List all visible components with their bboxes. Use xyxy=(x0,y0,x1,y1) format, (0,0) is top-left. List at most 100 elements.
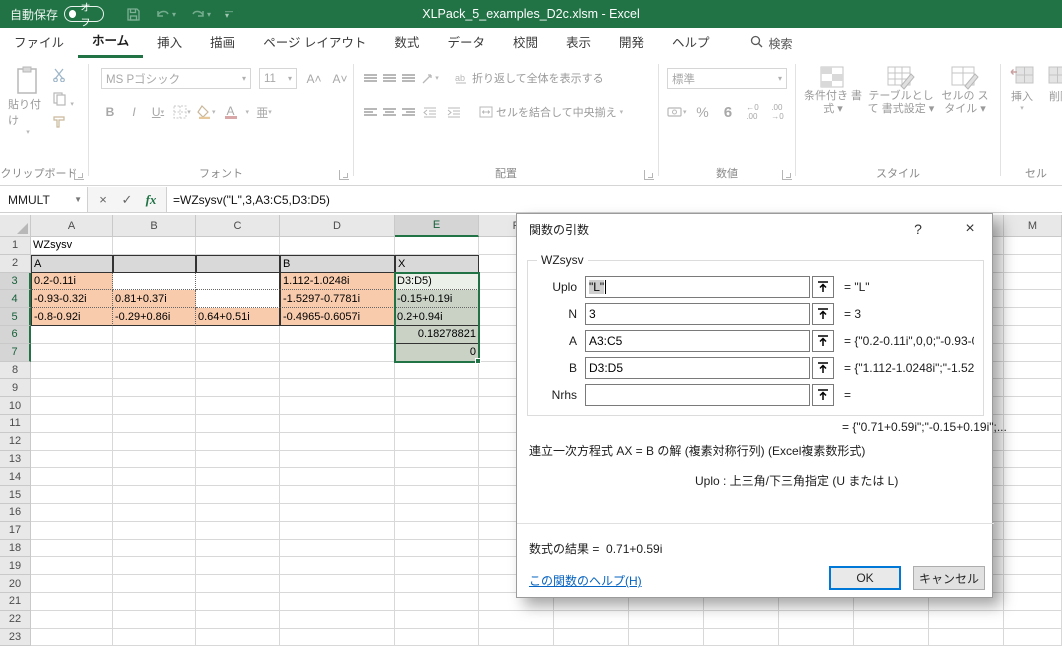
grid-cell[interactable] xyxy=(196,628,280,646)
row-header-11[interactable]: 11 xyxy=(0,414,31,433)
clipboard-dialog-launcher[interactable] xyxy=(74,170,84,180)
grid-cell[interactable] xyxy=(1004,539,1062,558)
grid-cell[interactable] xyxy=(196,521,280,540)
grid-cell[interactable] xyxy=(280,414,395,433)
grid-cell[interactable] xyxy=(31,450,113,469)
column-header-C[interactable]: C xyxy=(196,215,280,237)
grid-cell[interactable] xyxy=(280,397,395,415)
grid-cell[interactable] xyxy=(196,343,280,362)
grid-cell[interactable] xyxy=(196,379,280,398)
grid-cell[interactable] xyxy=(31,610,113,629)
align-top-icon[interactable] xyxy=(364,73,377,84)
grid-cell[interactable] xyxy=(1004,521,1062,540)
grid-cell[interactable] xyxy=(113,539,196,558)
dialog-close-icon[interactable]: × xyxy=(950,214,990,244)
grid-cell[interactable] xyxy=(196,468,280,487)
grid-cell[interactable] xyxy=(395,610,479,629)
underline-button[interactable]: U ▾ xyxy=(149,102,167,122)
row-header-23[interactable]: 23 xyxy=(0,628,31,646)
grid-cell[interactable] xyxy=(704,628,779,646)
fill-handle[interactable] xyxy=(475,357,481,364)
grid-cell[interactable] xyxy=(31,521,113,540)
grid-cell[interactable] xyxy=(395,575,479,593)
grid-cell[interactable] xyxy=(1004,610,1062,629)
grid-cell[interactable] xyxy=(113,610,196,629)
undo-icon[interactable]: ▾ xyxy=(155,7,176,21)
grid-cell[interactable] xyxy=(31,432,113,451)
grid-cell[interactable] xyxy=(395,503,479,522)
grid-cell[interactable] xyxy=(31,343,113,362)
grid-cell[interactable] xyxy=(1004,361,1062,380)
percent-style-icon[interactable]: % xyxy=(694,102,712,122)
grid-cell[interactable] xyxy=(196,450,280,469)
grid-cell[interactable] xyxy=(395,521,479,540)
bold-button[interactable]: B xyxy=(101,102,119,122)
cancel-entry-icon[interactable]: × xyxy=(92,192,114,207)
cell-A5[interactable]: -0.8-0.92i xyxy=(31,308,113,326)
cell-E5[interactable]: 0.2+0.94i xyxy=(395,308,479,326)
font-color-icon[interactable]: A xyxy=(222,102,240,122)
name-box[interactable]: MMULT ▼ xyxy=(0,187,88,212)
row-header-8[interactable]: 8 xyxy=(0,361,31,380)
row-header-1[interactable]: 1 xyxy=(0,237,31,255)
grid-cell[interactable] xyxy=(196,539,280,558)
grid-cell[interactable] xyxy=(1004,432,1062,451)
grid-cell[interactable] xyxy=(395,361,479,380)
grid-cell[interactable] xyxy=(280,325,395,344)
grid-cell[interactable] xyxy=(113,432,196,451)
grid-cell[interactable] xyxy=(31,575,113,593)
tab-0[interactable]: ファイル xyxy=(0,28,78,58)
italic-button[interactable]: I xyxy=(125,102,143,122)
cell-D4[interactable]: -1.5297-0.7781i xyxy=(280,290,395,309)
merge-center-button[interactable]: セルを結合して中央揃え ▾ xyxy=(479,104,623,120)
grid-cell[interactable] xyxy=(280,486,395,504)
grid-cell[interactable] xyxy=(280,557,395,576)
row-header-4[interactable]: 4 xyxy=(0,290,31,309)
grid-cell[interactable] xyxy=(1004,237,1062,255)
grid-cell[interactable] xyxy=(479,610,554,629)
grid-cell[interactable] xyxy=(280,361,395,380)
row-header-10[interactable]: 10 xyxy=(0,397,31,415)
cell-C3[interactable] xyxy=(196,272,280,291)
grid-cell[interactable] xyxy=(31,503,113,522)
grid-cell[interactable] xyxy=(31,361,113,380)
grid-cell[interactable] xyxy=(113,628,196,646)
grid-cell[interactable] xyxy=(196,592,280,611)
delete-cells-button[interactable]: 削除 xyxy=(1043,66,1062,104)
grid-cell[interactable] xyxy=(395,468,479,487)
cell-E7[interactable]: 0 xyxy=(395,343,479,362)
column-header-B[interactable]: B xyxy=(113,215,196,237)
increase-font-icon[interactable]: A˄ xyxy=(305,69,323,89)
grid-cell[interactable] xyxy=(280,575,395,593)
cell-C2[interactable] xyxy=(196,254,280,273)
orientation-icon[interactable]: ▾ xyxy=(421,68,439,88)
cell-A3[interactable]: 0.2-0.11i xyxy=(31,272,113,291)
search-box[interactable]: 検索 xyxy=(750,35,793,52)
collapse-dialog-icon[interactable] xyxy=(812,303,834,325)
grid-cell[interactable] xyxy=(196,325,280,344)
column-header-M[interactable]: M xyxy=(1004,215,1062,237)
grid-cell[interactable] xyxy=(395,432,479,451)
column-header-A[interactable]: A xyxy=(31,215,113,237)
grid-cell[interactable] xyxy=(1004,397,1062,415)
grid-cell[interactable] xyxy=(395,486,479,504)
cell-C5[interactable]: 0.64+0.51i xyxy=(196,308,280,326)
grid-cell[interactable] xyxy=(31,592,113,611)
insert-function-icon[interactable]: fx xyxy=(140,192,162,208)
grid-cell[interactable] xyxy=(929,610,1004,629)
format-as-table-button[interactable]: テーブルとして 書式設定 ▾ xyxy=(866,66,936,116)
conditional-formatting-button[interactable]: 条件付き 書式 ▾ xyxy=(802,66,864,116)
grid-cell[interactable] xyxy=(113,557,196,576)
grid-cell[interactable] xyxy=(280,503,395,522)
grid-cell[interactable] xyxy=(113,361,196,380)
cell-E2[interactable]: X xyxy=(395,254,479,273)
cell-B3[interactable] xyxy=(113,272,196,291)
grid-cell[interactable] xyxy=(1004,308,1062,326)
row-header-2[interactable]: 2 xyxy=(0,254,31,273)
font-dialog-launcher[interactable] xyxy=(339,170,349,180)
grid-cell[interactable] xyxy=(1004,290,1062,309)
align-center-icon[interactable] xyxy=(383,107,396,118)
increase-indent-icon[interactable] xyxy=(445,102,463,122)
row-header-19[interactable]: 19 xyxy=(0,557,31,576)
argument-input-B[interactable]: D3:D5 xyxy=(585,357,810,379)
